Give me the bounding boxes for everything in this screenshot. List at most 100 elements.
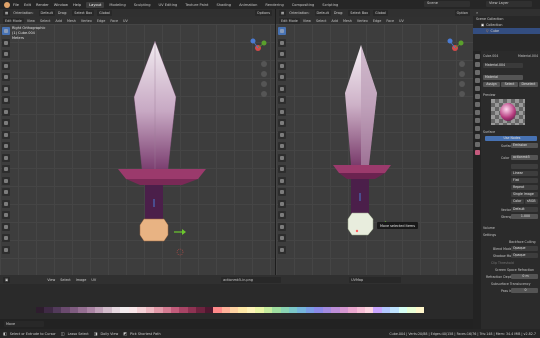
vector-field[interactable]: Default <box>511 207 538 212</box>
menu-edge[interactable]: Edge <box>97 19 106 23</box>
inset-tool-icon[interactable] <box>2 130 10 139</box>
blender-logo-icon[interactable] <box>4 1 10 8</box>
use-nodes-button[interactable]: Use Nodes <box>485 136 537 141</box>
extrude-tool-icon[interactable] <box>278 119 286 127</box>
refraction-depth-field[interactable]: 0 m <box>511 274 538 279</box>
perspective-toggle-icon[interactable] <box>261 91 267 97</box>
output-tab-icon[interactable] <box>474 70 480 75</box>
view-layer-tab-icon[interactable] <box>474 78 480 83</box>
workspace-tab-uv-editing[interactable]: UV Editing <box>156 2 181 8</box>
color-texture-field[interactable]: actionmk5 <box>511 155 538 160</box>
menu-render[interactable]: Render <box>36 3 49 7</box>
workspace-tab-modeling[interactable]: Modeling <box>106 2 128 8</box>
edge-slide-tool-icon[interactable] <box>2 211 10 219</box>
strength-field[interactable]: 1.000 <box>511 214 538 219</box>
workspace-tab-layout[interactable]: Layout <box>86 1 105 8</box>
volume-panel-header[interactable]: Volume <box>483 225 538 230</box>
poly-build-tool-icon[interactable] <box>278 176 286 185</box>
physics-tab-icon[interactable] <box>474 126 480 131</box>
outliner-search-icon[interactable]: ⌕ <box>476 10 478 15</box>
annotate-tool-icon[interactable] <box>2 96 10 104</box>
settings-panel-header[interactable]: Settings <box>483 232 538 237</box>
tool-tab-icon[interactable] <box>474 54 480 59</box>
workspace-tab-shading[interactable]: Shading <box>213 2 234 8</box>
perspective-toggle-icon[interactable] <box>459 91 465 97</box>
mode-dropdown[interactable]: Edit Mode <box>279 17 300 24</box>
menu-edge[interactable]: Edge <box>373 19 382 23</box>
outliner-row-cube[interactable]: ▽ Cube <box>473 28 540 34</box>
edge-slide-tool-icon[interactable] <box>278 211 286 219</box>
menu-select[interactable]: Select <box>316 19 326 23</box>
cursor-tool-icon[interactable] <box>278 38 286 47</box>
material-tab-icon[interactable] <box>474 150 480 155</box>
transform-tool-icon[interactable] <box>2 84 10 93</box>
move-tool-icon[interactable] <box>278 50 286 58</box>
rotate-tool-icon[interactable] <box>2 61 10 70</box>
knife-tool-icon[interactable] <box>278 165 286 173</box>
menu-edit[interactable]: Edit <box>24 3 31 7</box>
constraints-tab-icon[interactable] <box>474 134 480 139</box>
object-tab-icon[interactable] <box>474 102 480 107</box>
menu-view[interactable]: View <box>303 19 311 23</box>
select-box-tool-icon[interactable] <box>2 27 10 35</box>
extension-field[interactable]: Repeat <box>511 185 538 190</box>
pan-icon[interactable] <box>459 71 465 77</box>
menu-face[interactable]: Face <box>110 19 118 23</box>
right-navigation-gizmo[interactable] <box>442 37 468 59</box>
cursor-tool-icon[interactable] <box>2 38 10 47</box>
camera-view-icon[interactable] <box>459 81 465 87</box>
sword-mesh-right[interactable] <box>331 43 431 243</box>
menu-vertex[interactable]: Vertex <box>81 19 92 23</box>
camera-view-icon[interactable] <box>261 81 267 87</box>
ssr-row[interactable]: Screen Space Refraction <box>483 267 538 272</box>
workspace-tab-animation[interactable]: Animation <box>236 2 260 8</box>
smooth-tool-icon[interactable] <box>2 199 10 208</box>
measure-tool-icon[interactable] <box>278 107 286 116</box>
shadow-mode-field[interactable]: Opaque <box>511 253 538 258</box>
colorspace-field[interactable]: Color <box>511 199 524 204</box>
render-tab-icon[interactable] <box>474 62 480 67</box>
transform-orientation-dropdown[interactable]: Global <box>97 10 112 16</box>
scene-selector[interactable]: Scene <box>424 1 470 7</box>
zoom-icon[interactable] <box>459 61 465 67</box>
extrude-tool-icon[interactable] <box>2 119 10 127</box>
alpha-field[interactable]: sRGB <box>525 199 538 204</box>
knife-tool-icon[interactable] <box>2 165 10 173</box>
uv-menu-image[interactable]: Image <box>76 278 87 282</box>
image-selector[interactable]: actionmk5-in.png <box>221 276 282 283</box>
loop-cut-tool-icon[interactable] <box>278 153 286 162</box>
uv-menu-select[interactable]: Select <box>60 278 70 282</box>
workspace-tab-texture-paint[interactable]: Texture Paint <box>182 2 211 8</box>
bevel-tool-icon[interactable] <box>2 142 10 150</box>
menu-uv[interactable]: UV <box>399 19 404 23</box>
transform-orientation-dropdown[interactable]: Global <box>373 10 388 16</box>
sword-mesh-left[interactable] <box>110 39 220 249</box>
rip-tool-icon[interactable] <box>278 245 286 254</box>
data-tab-icon[interactable] <box>474 142 480 147</box>
left-navigation-gizmo[interactable] <box>245 37 271 59</box>
zoom-icon[interactable] <box>261 61 267 67</box>
inset-tool-icon[interactable] <box>278 130 286 139</box>
pan-icon[interactable] <box>261 71 267 77</box>
projection-field[interactable]: Flat <box>511 178 538 183</box>
workspace-tab-sculpting[interactable]: Sculpting <box>131 2 154 8</box>
source-field[interactable]: Single Image <box>511 192 538 197</box>
uv-image-canvas[interactable] <box>0 284 540 319</box>
modifier-tab-icon[interactable] <box>474 110 480 115</box>
orientation-dropdown[interactable]: Default <box>38 10 55 16</box>
select-button[interactable]: Select <box>501 82 518 87</box>
menu-uv[interactable]: UV <box>123 19 128 23</box>
menu-face[interactable]: Face <box>386 19 394 23</box>
menu-view[interactable]: View <box>27 19 35 23</box>
blend-mode-field[interactable]: Opaque <box>511 246 538 251</box>
annotate-tool-icon[interactable] <box>278 96 286 104</box>
select-box-tool-icon[interactable] <box>278 27 286 35</box>
poly-build-tool-icon[interactable] <box>2 176 10 185</box>
drag-dropdown[interactable]: Select Box <box>72 10 95 16</box>
backface-culling-row[interactable]: Backface Culling <box>483 239 538 244</box>
assign-button[interactable]: Assign <box>483 82 500 87</box>
menu-vertex[interactable]: Vertex <box>357 19 368 23</box>
editor-type-dropdown[interactable]: ▦ <box>3 10 11 16</box>
menu-help[interactable]: Help <box>73 3 81 7</box>
menu-add[interactable]: Add <box>331 19 338 23</box>
